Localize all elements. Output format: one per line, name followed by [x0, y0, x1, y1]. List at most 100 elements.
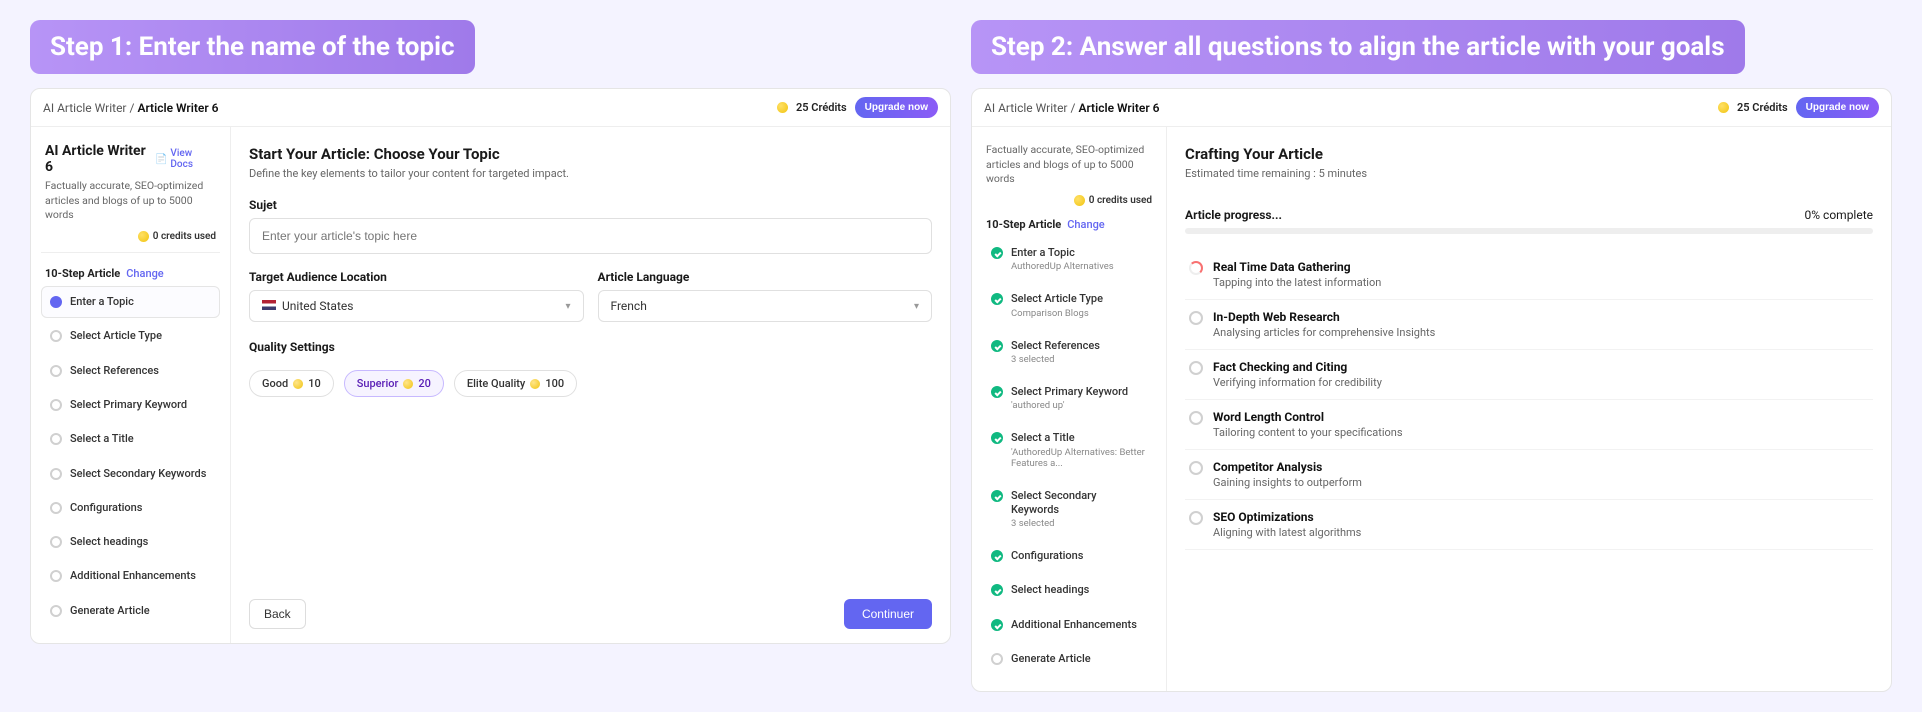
sidebar-step[interactable]: Select Secondary Keywords — [41, 458, 220, 490]
sidebar-step[interactable]: Select Article Type — [41, 320, 220, 352]
upgrade-button[interactable]: Upgrade now — [855, 97, 938, 118]
language-label: Article Language — [598, 270, 933, 284]
sidebar-step[interactable]: Select References — [41, 355, 220, 387]
sidebar-step[interactable]: Additional Enhancements — [41, 560, 220, 592]
task-sub: Gaining insights to outperform — [1213, 476, 1362, 489]
quality-cost: 10 — [308, 377, 321, 390]
task-item: Word Length ControlTailoring content to … — [1185, 400, 1873, 450]
task-title: Competitor Analysis — [1213, 460, 1362, 474]
main-title: Start Your Article: Choose Your Topic — [249, 145, 932, 163]
sidebar-step[interactable]: Select Primary Keyword — [41, 389, 220, 421]
continue-button[interactable]: Continuer — [844, 599, 932, 629]
view-docs-link[interactable]: 📄 View Docs — [155, 148, 216, 170]
step-bullet-icon — [50, 468, 62, 480]
sidebar-step[interactable]: Select headings — [982, 574, 1156, 606]
doc-icon: 📄 — [155, 154, 167, 165]
task-sub: Tailoring content to your specifications — [1213, 426, 1403, 439]
sidebar-step[interactable]: Select Secondary Keywords3 selected — [982, 480, 1156, 539]
step-label: Select headings — [1011, 583, 1089, 597]
step-label: Select References — [1011, 339, 1100, 353]
step-label: Enter a Topic — [70, 295, 134, 309]
step-label: Configurations — [1011, 549, 1083, 563]
coin-icon — [403, 379, 413, 389]
coin-icon — [1718, 102, 1729, 113]
quality-name: Good — [262, 377, 288, 390]
step-bullet-icon — [991, 490, 1003, 502]
step-label: Enter a Topic — [1011, 246, 1114, 260]
upgrade-button[interactable]: Upgrade now — [1796, 97, 1879, 118]
progress-value: 0% complete — [1805, 208, 1873, 222]
main-title: Crafting Your Article — [1185, 145, 1873, 163]
task-item: Real Time Data Gathering Tapping into the… — [1185, 250, 1873, 300]
task-title: Fact Checking and Citing — [1213, 360, 1382, 374]
change-link[interactable]: Change — [126, 267, 163, 280]
app-subtitle: Factually accurate, SEO-optimized articl… — [45, 179, 216, 223]
task-status-icon — [1189, 511, 1203, 525]
step-label: Generate Article — [70, 604, 150, 618]
quality-label: Quality Settings — [249, 340, 932, 354]
step-bullet-icon — [991, 293, 1003, 305]
subject-input[interactable] — [249, 218, 932, 254]
change-link[interactable]: Change — [1067, 218, 1104, 231]
sidebar-step[interactable]: Generate Article — [41, 595, 220, 627]
sidebar-step[interactable]: Enter a TopicAuthoredUp Alternatives — [982, 237, 1156, 281]
breadcrumb-root[interactable]: AI Article Writer — [43, 101, 127, 115]
sidebar-step[interactable]: Select References3 selected — [982, 330, 1156, 374]
step-bullet-icon — [991, 584, 1003, 596]
step-label: Select Article Type — [70, 329, 162, 343]
sidebar-step[interactable]: Select Primary Keyword'authored up' — [982, 376, 1156, 420]
step-sub: 'AuthoredUp Alternatives: Better Feature… — [1011, 447, 1147, 469]
step-label: Additional Enhancements — [70, 569, 196, 583]
breadcrumb-root[interactable]: AI Article Writer — [984, 101, 1068, 115]
task-status-icon — [1189, 311, 1203, 325]
coin-icon — [138, 231, 149, 242]
sidebar-step[interactable]: Select a Title'AuthoredUp Alternatives: … — [982, 422, 1156, 477]
breadcrumb-current: Article Writer 6 — [137, 101, 218, 115]
task-sub: Tapping into the latest information — [1213, 276, 1381, 289]
step-sub: 3 selected — [1011, 354, 1100, 365]
quality-option[interactable]: Elite Quality 100 — [454, 370, 577, 397]
task-item: Competitor Analysis Gaining insights to o… — [1185, 450, 1873, 500]
sidebar: Factually accurate, SEO-optimized articl… — [972, 127, 1167, 691]
credits-used: 0 credits used — [1089, 195, 1152, 206]
sidebar-step[interactable]: Generate Article — [982, 643, 1156, 675]
step-label: Select Secondary Keywords — [1011, 489, 1147, 518]
quality-option[interactable]: Good 10 — [249, 370, 334, 397]
language-select[interactable]: French ▾ — [598, 290, 933, 322]
sidebar: AI Article Writer 6 📄 View Docs Factuall… — [31, 127, 231, 643]
sidebar-step[interactable]: Configurations — [41, 492, 220, 524]
task-status-icon — [1189, 261, 1203, 275]
step-label: Additional Enhancements — [1011, 618, 1137, 632]
quality-name: Elite Quality — [467, 377, 525, 390]
back-button[interactable]: Back — [249, 599, 306, 629]
quality-option[interactable]: Superior20 — [344, 370, 444, 397]
step1-panel: AI Article Writer / Article Writer 6 25 … — [30, 88, 951, 644]
coin-icon — [1074, 195, 1085, 206]
step-label: Select a Title — [70, 432, 134, 446]
sidebar-step[interactable]: Select a Title — [41, 423, 220, 455]
step-sub: 'authored up' — [1011, 400, 1128, 411]
step-label: Select headings — [70, 535, 148, 549]
step-header-label: 10-Step Article — [986, 218, 1061, 231]
step2-banner: Step 2: Answer all questions to align th… — [971, 20, 1745, 74]
sidebar-step[interactable]: Select headings — [41, 526, 220, 558]
sidebar-step[interactable]: Configurations — [982, 540, 1156, 572]
step-bullet-icon — [50, 502, 62, 514]
step-label: Configurations — [70, 501, 142, 515]
credits-used: 0 credits used — [153, 231, 216, 242]
step-bullet-icon — [50, 536, 62, 548]
audience-select[interactable]: United States ▾ — [249, 290, 584, 322]
coin-icon — [293, 379, 303, 389]
quality-cost: 100 — [545, 377, 564, 390]
credits-text: 25 Crédits — [796, 101, 847, 114]
sidebar-step[interactable]: Select Article TypeComparison Blogs — [982, 283, 1156, 327]
step2-panel: AI Article Writer / Article Writer 6 25 … — [971, 88, 1892, 692]
step-label: Generate Article — [1011, 652, 1091, 666]
step-bullet-icon — [991, 653, 1003, 665]
coin-icon — [530, 379, 540, 389]
sidebar-step[interactable]: Enter a Topic — [41, 286, 220, 318]
task-item: Fact Checking and CitingVerifying inform… — [1185, 350, 1873, 400]
sidebar-step[interactable]: Additional Enhancements — [982, 609, 1156, 641]
step-label: Select Primary Keyword — [1011, 385, 1128, 399]
task-title: Real Time Data Gathering — [1213, 260, 1381, 274]
